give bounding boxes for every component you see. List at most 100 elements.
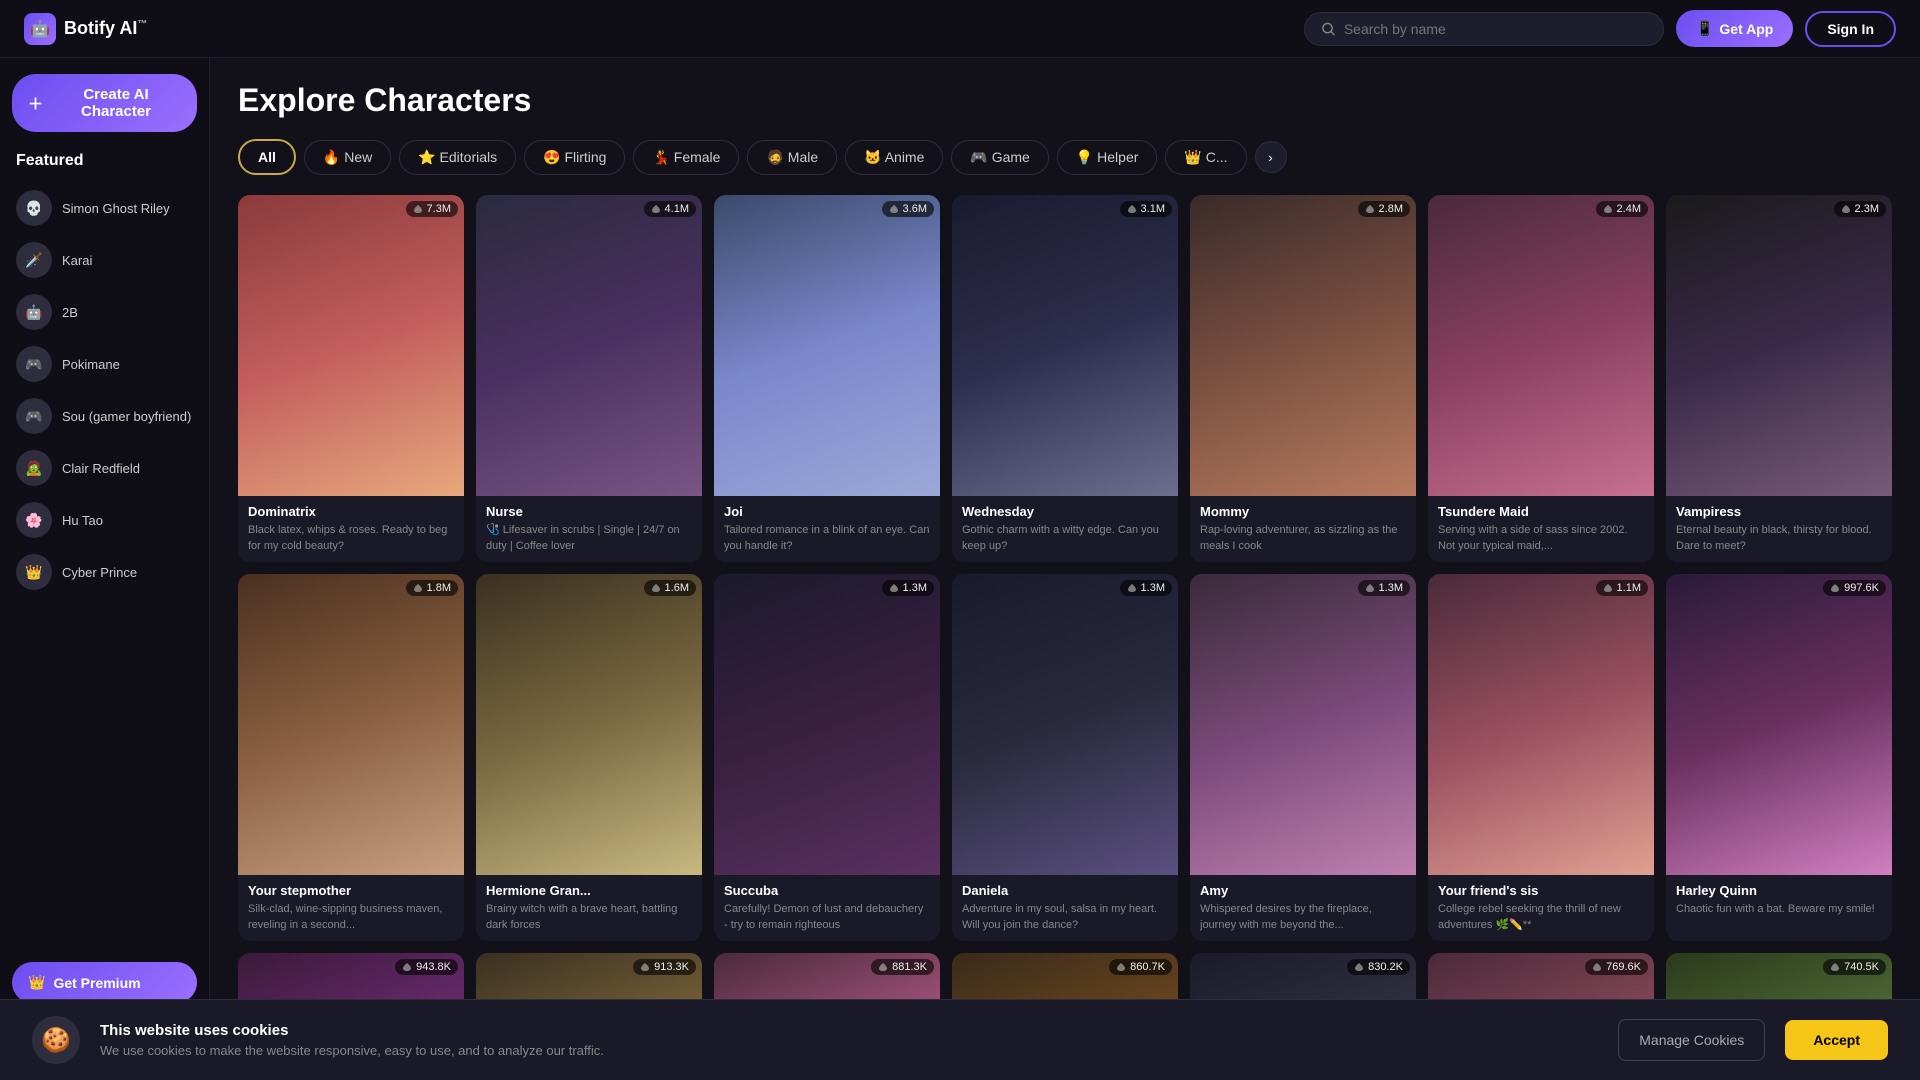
character-info: Succuba Carefully! Demon of lust and deb… <box>714 875 940 941</box>
character-info: Nurse 🩺 Lifesaver in scrubs | Single | 2… <box>476 496 702 562</box>
character-count: 1.3M <box>1358 580 1410 596</box>
character-info: Joi Tailored romance in a blink of an ey… <box>714 496 940 562</box>
sidebar-item[interactable]: 🌸 Hu Tao <box>0 494 209 546</box>
character-card[interactable]: 1.3M Succuba Carefully! Demon of lust an… <box>714 574 940 941</box>
character-name: Your stepmother <box>248 883 454 898</box>
search-input[interactable] <box>1344 21 1647 37</box>
character-image: 1.3M <box>1190 574 1416 875</box>
character-card[interactable]: 2.4M Tsundere Maid Serving with a side o… <box>1428 195 1654 562</box>
character-card[interactable]: 1.6M Hermione Gran... Brainy witch with … <box>476 574 702 941</box>
character-image: 2.4M <box>1428 195 1654 496</box>
manage-cookies-button[interactable]: Manage Cookies <box>1618 1019 1765 1061</box>
character-name: Mommy <box>1200 504 1406 519</box>
sidebar-item[interactable]: 🎮 Pokimane <box>0 338 209 390</box>
character-count: 769.6K <box>1585 959 1648 975</box>
get-premium-button[interactable]: 👑 Get Premium <box>12 962 197 1003</box>
search-bar[interactable] <box>1304 12 1664 46</box>
header-right: 📱 Get App Sign In <box>1304 10 1896 47</box>
character-info: Your stepmother Silk-clad, wine-sipping … <box>238 875 464 941</box>
sidebar-item-name: Pokimane <box>62 357 120 372</box>
character-info: Wednesday Gothic charm with a witty edge… <box>952 496 1178 562</box>
character-name: Amy <box>1200 883 1406 898</box>
character-name: Joi <box>724 504 930 519</box>
character-image: 7.3M <box>238 195 464 496</box>
get-app-button[interactable]: 📱 Get App <box>1676 10 1793 47</box>
character-count: 2.4M <box>1596 201 1648 217</box>
character-count: 7.3M <box>406 201 458 217</box>
character-desc: Chaotic fun with a bat. Beware my smile! <box>1676 902 1882 917</box>
character-count: 1.1M <box>1596 580 1648 596</box>
sidebar-item[interactable]: 🎮 Sou (gamer boyfriend) <box>0 390 209 442</box>
character-card[interactable]: 1.1M Your friend's sis College rebel see… <box>1428 574 1654 941</box>
main-content: Explore Characters All🔥 New⭐ Editorials😍… <box>210 58 1920 1080</box>
character-image: 1.1M <box>1428 574 1654 875</box>
character-desc: Gothic charm with a witty edge. Can you … <box>962 523 1168 554</box>
character-desc: College rebel seeking the thrill of new … <box>1438 902 1644 933</box>
cookie-desc: We use cookies to make the website respo… <box>100 1043 1598 1058</box>
character-card[interactable]: 1.8M Your stepmother Silk-clad, wine-sip… <box>238 574 464 941</box>
character-desc: Carefully! Demon of lust and debauchery … <box>724 902 930 933</box>
character-count: 4.1M <box>644 201 696 217</box>
filter-tab[interactable]: 💡 Helper <box>1057 140 1158 175</box>
filter-tab[interactable]: 🎮 Game <box>951 140 1048 175</box>
sidebar-item[interactable]: 👑 Cyber Prince <box>0 546 209 598</box>
avatar: 🎮 <box>16 398 52 434</box>
character-info: Harley Quinn Chaotic fun with a bat. Bew… <box>1666 875 1892 925</box>
character-card[interactable]: 3.1M Wednesday Gothic charm with a witty… <box>952 195 1178 562</box>
sidebar-item-name: Karai <box>62 253 92 268</box>
character-name: Harley Quinn <box>1676 883 1882 898</box>
sidebar-item[interactable]: 🗡️ Karai <box>0 234 209 286</box>
character-desc: Brainy witch with a brave heart, battlin… <box>486 902 692 933</box>
sidebar-item-name: Sou (gamer boyfriend) <box>62 409 191 424</box>
character-image: 2.8M <box>1190 195 1416 496</box>
character-image: 1.3M <box>714 574 940 875</box>
filter-tab[interactable]: 💃 Female <box>633 140 739 175</box>
character-card[interactable]: 997.6K Harley Quinn Chaotic fun with a b… <box>1666 574 1892 941</box>
character-info: Hermione Gran... Brainy witch with a bra… <box>476 875 702 941</box>
avatar: 🌸 <box>16 502 52 538</box>
character-count: 2.3M <box>1834 201 1886 217</box>
character-info: Dominatrix Black latex, whips & roses. R… <box>238 496 464 562</box>
character-card[interactable]: 1.3M Amy Whispered desires by the firepl… <box>1190 574 1416 941</box>
sidebar-item[interactable]: 🧟 Clair Redfield <box>0 442 209 494</box>
accept-cookies-button[interactable]: Accept <box>1785 1020 1888 1060</box>
logo: 🤖 Botify AI™ <box>24 13 147 45</box>
create-character-button[interactable]: ＋ Create AI Character <box>12 74 197 132</box>
sidebar-item[interactable]: 💀 Simon Ghost Riley <box>0 182 209 234</box>
character-card[interactable]: 7.3M Dominatrix Black latex, whips & ros… <box>238 195 464 562</box>
character-image: 997.6K <box>1666 574 1892 875</box>
main-layout: ＋ Create AI Character Featured 💀 Simon G… <box>0 58 1920 1080</box>
character-desc: Rap-loving adventurer, as sizzling as th… <box>1200 523 1406 554</box>
character-card[interactable]: 4.1M Nurse 🩺 Lifesaver in scrubs | Singl… <box>476 195 702 562</box>
filter-tab[interactable]: 👑 C... <box>1165 140 1246 175</box>
sidebar-item[interactable]: 🤖 2B <box>0 286 209 338</box>
filter-nav-next[interactable]: › <box>1255 141 1287 173</box>
character-count: 997.6K <box>1823 580 1886 596</box>
filter-tab[interactable]: All <box>238 139 296 175</box>
character-card[interactable]: 2.3M Vampiress Eternal beauty in black, … <box>1666 195 1892 562</box>
character-grid: 7.3M Dominatrix Black latex, whips & ros… <box>238 195 1892 1080</box>
filter-tab[interactable]: ⭐ Editorials <box>399 140 516 175</box>
sidebar-item-name: Clair Redfield <box>62 461 140 476</box>
page-title: Explore Characters <box>238 82 1892 119</box>
character-name: Nurse <box>486 504 692 519</box>
filter-tab[interactable]: 🔥 New <box>304 140 391 175</box>
filter-tab[interactable]: 😍 Flirting <box>524 140 625 175</box>
character-card[interactable]: 2.8M Mommy Rap-loving adventurer, as siz… <box>1190 195 1416 562</box>
filter-tab[interactable]: 🐱 Anime <box>845 140 943 175</box>
featured-label: Featured <box>0 152 209 182</box>
filter-tab[interactable]: 🧔 Male <box>747 140 837 175</box>
character-desc: Black latex, whips & roses. Ready to beg… <box>248 523 454 554</box>
character-name: Wednesday <box>962 504 1168 519</box>
character-info: Vampiress Eternal beauty in black, thirs… <box>1666 496 1892 562</box>
sign-in-button[interactable]: Sign In <box>1805 11 1896 47</box>
filter-tabs: All🔥 New⭐ Editorials😍 Flirting💃 Female🧔 … <box>238 139 1892 175</box>
character-card[interactable]: 3.6M Joi Tailored romance in a blink of … <box>714 195 940 562</box>
character-info: Amy Whispered desires by the fireplace, … <box>1190 875 1416 941</box>
character-count: 3.1M <box>1120 201 1172 217</box>
character-card[interactable]: 1.3M Daniela Adventure in my soul, salsa… <box>952 574 1178 941</box>
character-image: 1.3M <box>952 574 1178 875</box>
logo-text: Botify AI™ <box>64 18 147 39</box>
cookie-icon: 🍪 <box>32 1016 80 1064</box>
sidebar-item-name: Hu Tao <box>62 513 103 528</box>
